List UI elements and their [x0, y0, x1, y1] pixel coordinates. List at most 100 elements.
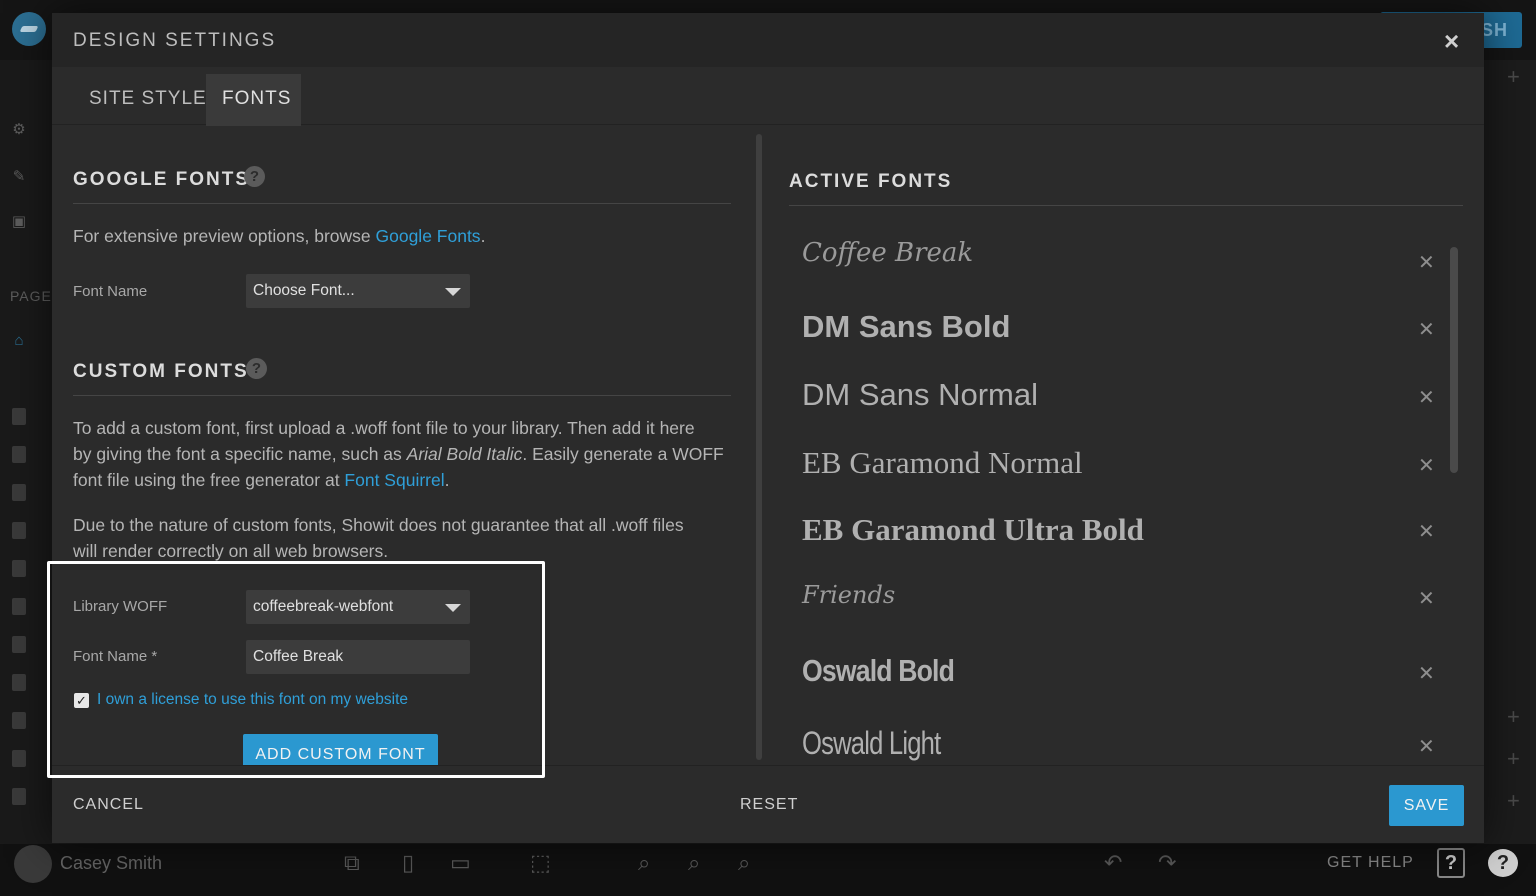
sidebar-media-icon[interactable]: ▣	[10, 212, 28, 230]
intro-text: .	[480, 226, 486, 246]
reset-button[interactable]: RESET	[740, 796, 798, 814]
sidebar-home-icon[interactable]: ⌂	[10, 332, 28, 349]
tab-site-style[interactable]: SITE STYLE	[73, 74, 223, 126]
sidebar-page-icon[interactable]	[12, 674, 26, 691]
add-icon[interactable]: +	[1507, 64, 1520, 90]
remove-font-icon[interactable]: ✕	[1418, 519, 1435, 544]
description-text: . Easily generate a WOFF	[522, 444, 724, 464]
library-woff-label: Library WOFF	[73, 598, 168, 615]
sidebar-page-icon[interactable]	[12, 522, 26, 539]
license-checkbox[interactable]: ✓	[74, 693, 89, 708]
zoom-in-icon[interactable]: ⌕	[738, 850, 750, 876]
font-name-label: Font Name	[73, 283, 148, 300]
active-font-name: EB Garamond Normal	[802, 445, 1083, 480]
help-icon[interactable]: ?	[244, 166, 265, 187]
google-fonts-link[interactable]: Google Fonts	[376, 226, 481, 246]
library-woff-select[interactable]: coffeebreak-webfont	[246, 590, 470, 624]
divider	[73, 395, 731, 396]
google-font-select[interactable]: Choose Font...	[246, 274, 470, 308]
close-icon[interactable]: ×	[1444, 26, 1459, 57]
active-font-name: Oswald Light	[802, 725, 941, 761]
description-line: by giving the font a specific name, such…	[73, 441, 733, 467]
chevron-down-icon	[445, 604, 461, 612]
remove-font-icon[interactable]: ✕	[1418, 385, 1435, 410]
sidebar-page-icon[interactable]	[12, 750, 26, 767]
grid-icon[interactable]: ⬚	[530, 850, 551, 876]
avatar[interactable]	[14, 845, 52, 883]
remove-font-icon[interactable]: ✕	[1418, 586, 1435, 611]
desktop-mobile-view-icon[interactable]: ⧉	[344, 850, 360, 876]
custom-fonts-title: CUSTOM FONTS	[73, 361, 249, 382]
sidebar-page-icon[interactable]	[12, 788, 26, 805]
sidebar-design-icon[interactable]: ✎	[10, 167, 28, 185]
description-text: .	[444, 470, 450, 490]
redo-icon[interactable]: ↷	[1158, 850, 1176, 876]
tab-bar: SITE STYLE FONTS	[52, 67, 1484, 126]
google-fonts-title: GOOGLE FONTS	[73, 169, 251, 190]
remove-font-icon[interactable]: ✕	[1418, 250, 1435, 275]
sidebar-page-icon[interactable]	[12, 636, 26, 653]
active-fonts-title: ACTIVE FONTS	[789, 171, 953, 192]
add-icon[interactable]: +	[1507, 704, 1520, 730]
sidebar-page-icon[interactable]	[12, 446, 26, 463]
desktop-view-icon[interactable]: ▭	[450, 850, 471, 876]
sidebar-page-icon[interactable]	[12, 560, 26, 577]
modal-header: DESIGN SETTINGS ×	[52, 13, 1484, 67]
help-icon[interactable]: ?	[246, 358, 267, 379]
sidebar-settings-icon[interactable]: ⚙	[10, 120, 28, 138]
custom-fonts-description: To add a custom font, first upload a .wo…	[73, 415, 733, 493]
description-line: font file using the free generator at Fo…	[73, 467, 733, 493]
user-name: Casey Smith	[60, 853, 163, 873]
custom-font-name-input[interactable]	[246, 640, 470, 674]
google-fonts-intro: For extensive preview options, browse Go…	[73, 223, 485, 249]
modal-title: DESIGN SETTINGS	[73, 30, 277, 51]
app-bottombar	[0, 844, 1536, 896]
sidebar-page-icon[interactable]	[12, 408, 26, 425]
sidebar-page-icon[interactable]	[12, 712, 26, 729]
sidebar-page-icon[interactable]	[12, 598, 26, 615]
zoom-fit-icon[interactable]: ⌕	[688, 850, 700, 876]
mobile-view-icon[interactable]: ▯	[402, 850, 414, 876]
example-font-name: Arial Bold Italic	[406, 444, 523, 464]
divider	[73, 203, 731, 204]
active-font-name: EB Garamond Ultra Bold	[802, 512, 1144, 547]
save-button[interactable]: SAVE	[1389, 785, 1464, 826]
active-fonts-pane: ACTIVE FONTS Coffee Break ✕ DM Sans Bold…	[789, 125, 1464, 765]
app-sidebar: ⚙ ✎ ▣ PAGE ⌂	[0, 60, 52, 844]
divider	[789, 205, 1463, 206]
help-docs-icon[interactable]: ?	[1437, 848, 1465, 878]
tab-fonts[interactable]: FONTS	[206, 74, 301, 126]
description-text: by giving the font a specific name, such…	[73, 444, 407, 464]
description-text: font file using the free generator at	[73, 470, 345, 490]
disclaimer-line: Due to the nature of custom fonts, Showi…	[73, 515, 684, 535]
cancel-button[interactable]: CANCEL	[73, 796, 144, 814]
get-help-link[interactable]: GET HELP	[1327, 854, 1414, 872]
intro-text: For extensive preview options, browse	[73, 226, 376, 246]
disclaimer-line: will render correctly on all web browser…	[73, 541, 389, 561]
custom-font-name-label: Font Name *	[73, 648, 158, 665]
app-logo	[12, 12, 46, 46]
remove-font-icon[interactable]: ✕	[1418, 734, 1435, 759]
chat-help-icon[interactable]: ?	[1488, 849, 1518, 877]
active-font-name: DM Sans Bold	[802, 309, 1011, 344]
sidebar-page-icon[interactable]	[12, 484, 26, 501]
add-icon[interactable]: +	[1507, 746, 1520, 772]
pane-scrollbar[interactable]	[756, 134, 762, 760]
design-settings-modal: DESIGN SETTINGS × SITE STYLE FONTS GOOGL…	[52, 13, 1484, 843]
zoom-out-icon[interactable]: ⌕	[638, 850, 650, 876]
add-icon[interactable]: +	[1507, 788, 1520, 814]
select-value: coffeebreak-webfont	[253, 598, 394, 615]
undo-icon[interactable]: ↶	[1104, 850, 1122, 876]
sidebar-section-pages: PAGE	[10, 288, 52, 304]
select-value: Choose Font...	[253, 282, 355, 299]
remove-font-icon[interactable]: ✕	[1418, 317, 1435, 342]
active-font-name: DM Sans Normal	[802, 377, 1038, 412]
active-font-name: Oswald Bold	[802, 653, 955, 688]
active-fonts-scrollbar[interactable]	[1450, 247, 1458, 473]
font-squirrel-link[interactable]: Font Squirrel	[344, 470, 444, 490]
remove-font-icon[interactable]: ✕	[1418, 661, 1435, 686]
modal-footer: CANCEL RESET SAVE	[52, 765, 1484, 843]
remove-font-icon[interactable]: ✕	[1418, 453, 1435, 478]
description-line: To add a custom font, first upload a .wo…	[73, 418, 695, 438]
license-checkbox-label[interactable]: I own a license to use this font on my w…	[97, 691, 408, 709]
